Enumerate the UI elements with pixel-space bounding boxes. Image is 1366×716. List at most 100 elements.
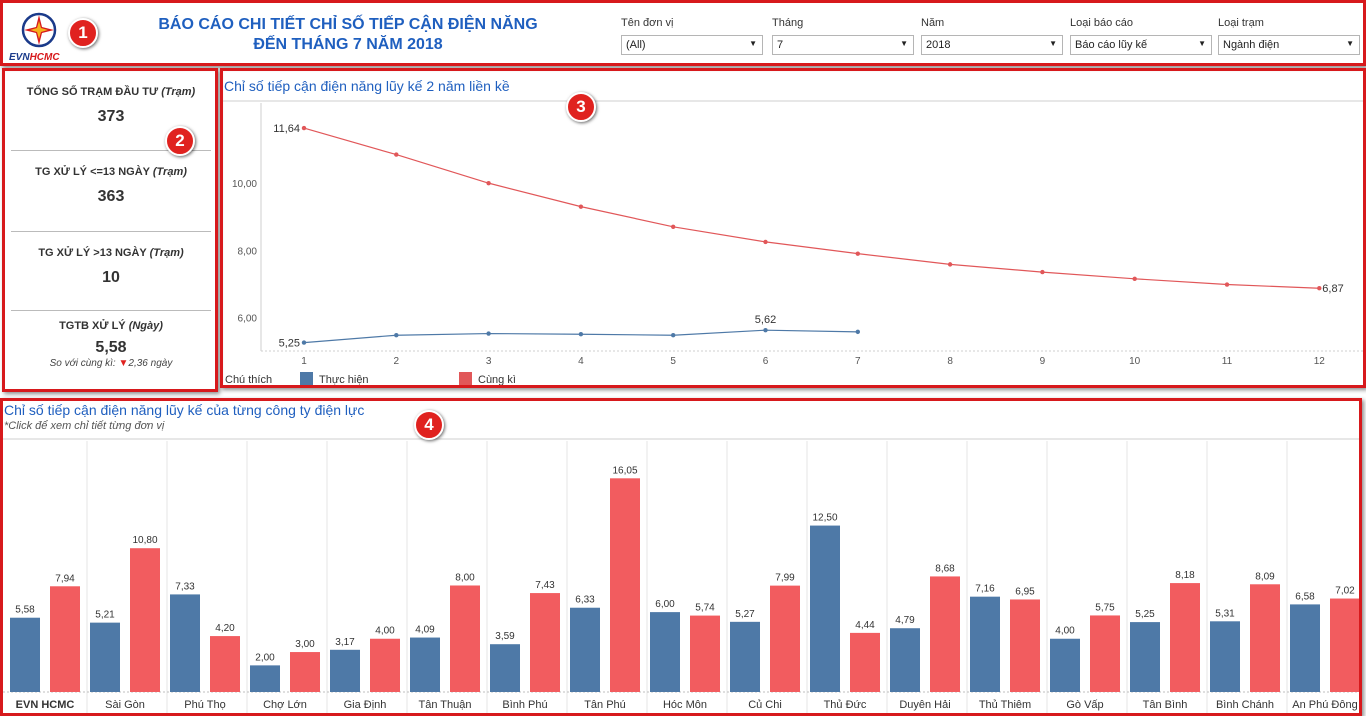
kpi-card-over13: TG XỬ LÝ >13 NGÀY (Trạm) 10 <box>11 232 211 311</box>
data-point <box>394 333 399 338</box>
logo-hcmc-text: HCMC <box>29 52 60 63</box>
x-tick-label: 5 <box>670 356 676 367</box>
bar-value-label: 7,43 <box>535 580 555 591</box>
category-label: Bình Chánh <box>1216 699 1274 711</box>
legend-swatch <box>459 372 472 385</box>
bar-value-label: 5,21 <box>95 610 115 621</box>
filter-station-type: Loại trạm Ngành điện ▼ <box>1218 17 1360 55</box>
filter-unit: Tên đơn vị (All) ▼ <box>621 17 763 55</box>
filter-year: Năm 2018 ▼ <box>921 17 1063 55</box>
category-label: EVN HCMC <box>16 699 75 711</box>
kpi-under13-value: 363 <box>97 188 125 205</box>
y-tick-label: 8,00 <box>238 246 258 257</box>
bar-value-label: 8,09 <box>1255 571 1275 582</box>
chevron-down-icon: ▼ <box>1049 39 1057 48</box>
bar-value-label: 5,31 <box>1215 608 1235 619</box>
bar <box>1330 598 1359 692</box>
filter-report-type-label: Loại báo cáo <box>1070 17 1133 29</box>
logo-text: EVNHCMC <box>9 52 60 63</box>
bar-value-label: 5,27 <box>735 609 755 620</box>
bar-value-label: 5,25 <box>1135 609 1155 620</box>
x-tick-label: 7 <box>855 356 861 367</box>
kpi-under13-unit: (Trạm) <box>152 166 187 178</box>
filter-month-value: 7 <box>777 39 784 51</box>
bar <box>330 649 360 692</box>
category-label: Duyên Hải <box>899 699 950 711</box>
bar <box>210 636 240 692</box>
data-point <box>486 180 491 186</box>
bar-value-label: 12,50 <box>812 513 837 524</box>
data-point <box>1132 276 1137 282</box>
bar-value-label: 4,09 <box>415 625 435 636</box>
filter-station-type-select[interactable]: Ngành điện ▼ <box>1218 35 1360 55</box>
bar-value-label: 10,80 <box>132 535 157 546</box>
category-label: Tân Bình <box>1143 699 1188 711</box>
kpi-card-avg: TGTB XỬ LÝ (Ngày) 5,58 So với cùng kì: ▼… <box>11 311 211 389</box>
evn-logo-icon <box>21 12 57 48</box>
bar <box>90 622 120 692</box>
bar <box>250 665 280 692</box>
bar-value-label: 8,00 <box>455 572 475 583</box>
bar-value-label: 7,33 <box>175 581 195 592</box>
data-point <box>1224 282 1230 287</box>
logo-evn-text: EVN <box>9 52 30 63</box>
filter-year-select[interactable]: 2018 ▼ <box>921 35 1063 55</box>
chevron-down-icon: ▼ <box>749 39 757 48</box>
bar-value-label: 7,02 <box>1335 586 1355 597</box>
y-tick-label: 10,00 <box>232 179 257 190</box>
line-chart: 6,008,0010,001 2 3 4 5 6 7 8 9 10 11 125,255,6211,6… <box>223 100 1363 385</box>
kpi-panel: TỔNG SỐ TRẠM ĐẦU TƯ (Trạm) 373 TG XỬ LÝ … <box>2 68 218 392</box>
bar-value-label: 5,75 <box>1095 602 1115 613</box>
bar-value-label: 8,18 <box>1175 570 1195 581</box>
bar <box>130 548 160 692</box>
bar <box>50 586 80 692</box>
kpi-over13-label: TG XỬ LÝ >13 NGÀY <box>38 247 147 259</box>
data-point <box>301 340 307 345</box>
down-triangle-icon: ▼ <box>118 358 129 369</box>
bar-value-label: 4,00 <box>375 626 395 637</box>
filter-station-type-value: Ngành điện <box>1223 39 1280 51</box>
bar-value-label: 4,44 <box>855 620 875 631</box>
bar-value-label: 4,20 <box>215 623 235 634</box>
data-point <box>671 333 676 338</box>
filter-year-value: 2018 <box>926 39 951 51</box>
filter-month-select[interactable]: 7 ▼ <box>772 35 914 55</box>
report-title-line2: ĐẾN THÁNG 7 NĂM 2018 <box>253 36 443 53</box>
x-tick-label: 1 <box>301 356 307 367</box>
bar-chart: 5,58 7,94 EVN HCMC 5,21 10,80 Sài Gòn 7,33 4,20… <box>3 438 1359 713</box>
x-tick-label: 9 <box>1040 356 1046 367</box>
category-label: Tân Thuận <box>418 699 471 711</box>
badge-3: 3 <box>566 92 596 122</box>
bar <box>570 607 600 692</box>
chevron-down-icon: ▼ <box>900 39 908 48</box>
data-point <box>763 239 768 245</box>
filter-unit-select[interactable]: (All) ▼ <box>621 35 763 55</box>
series-line-2 <box>303 127 1320 289</box>
chevron-down-icon: ▼ <box>1346 39 1354 48</box>
bar <box>770 585 800 692</box>
category-label: Chợ Lớn <box>263 699 307 711</box>
legend-label: Thực hiện <box>319 374 369 385</box>
bar <box>890 628 920 692</box>
data-point <box>578 332 584 337</box>
x-tick-label: 10 <box>1129 356 1141 367</box>
bar-chart-panel: Chỉ số tiếp cận điện năng lũy kế của từn… <box>0 398 1362 716</box>
kpi-over13-unit: (Trạm) <box>149 247 184 259</box>
header-panel: EVNHCMC BÁO CÁO CHI TIẾT CHỈ SỐ TIẾP CẬN… <box>0 0 1366 66</box>
category-label: Thủ Đức <box>824 699 867 711</box>
bar <box>970 596 1000 692</box>
legend-title: Chú thích <box>225 374 272 385</box>
kpi-avg-value: 5,58 <box>95 339 127 356</box>
line-chart-panel: Chỉ số tiếp cận điện năng lũy kế 2 năm l… <box>220 68 1366 388</box>
bar <box>730 621 760 692</box>
filter-report-type-select[interactable]: Báo cáo lũy kế ▼ <box>1070 35 1212 55</box>
x-tick-label: 3 <box>486 356 492 367</box>
category-label: An Phú Đông <box>1292 699 1357 711</box>
bar-value-label: 7,99 <box>775 573 795 584</box>
category-label: Hóc Môn <box>663 699 707 711</box>
bar-value-label: 5,74 <box>695 603 715 614</box>
bar <box>370 638 400 692</box>
x-tick-label: 4 <box>578 356 584 367</box>
data-point <box>1040 269 1045 275</box>
kpi-total-label: TỔNG SỐ TRẠM ĐẦU TƯ <box>26 86 159 98</box>
